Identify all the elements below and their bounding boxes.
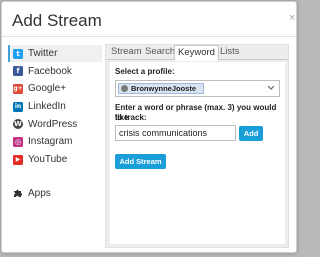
sidebar-item-youtube[interactable]: ▶ YouTube	[8, 151, 102, 168]
sidebar-item-facebook[interactable]: f Facebook	[8, 63, 102, 80]
chevron-down-icon	[267, 84, 275, 93]
facebook-icon: f	[13, 66, 23, 77]
tab-lists[interactable]: Lists	[217, 45, 243, 60]
sidebar-item-linkedin[interactable]: in LinkedIn	[8, 98, 102, 115]
sidebar-item-google-plus[interactable]: g+ Google+	[8, 80, 102, 97]
tab-stream[interactable]: Stream	[108, 45, 145, 60]
stream-config-panel: Stream Search Keyword Lists Select a pro…	[105, 44, 289, 248]
profile-select[interactable]: BronwynneJooste	[115, 80, 280, 97]
instagram-icon: ◎	[13, 136, 23, 147]
sidebar-item-instagram[interactable]: ◎ Instagram	[8, 133, 102, 150]
add-keyword-button[interactable]: Add	[239, 126, 263, 141]
profile-label: Select a profile:	[115, 67, 175, 76]
sidebar-item-twitter[interactable]: t Twitter	[8, 45, 102, 62]
keyword-input[interactable]: crisis communications	[115, 125, 236, 141]
linkedin-icon: in	[13, 101, 23, 112]
puzzle-icon	[13, 188, 23, 198]
youtube-icon: ▶	[13, 154, 23, 165]
title-divider	[2, 36, 296, 37]
close-icon[interactable]: ×	[289, 13, 295, 24]
keyword-label-line2: to track:	[115, 113, 147, 122]
sidebar-item-label: WordPress	[28, 118, 78, 130]
sidebar-item-label: Twitter	[28, 48, 58, 59]
tab-search[interactable]: Search	[142, 45, 178, 60]
sidebar-item-label: Apps	[28, 187, 51, 199]
sidebar-item-label: YouTube	[28, 154, 68, 166]
google-plus-icon: g+	[13, 83, 23, 94]
tab-keyword[interactable]: Keyword	[174, 45, 219, 61]
dialog-title: Add Stream	[12, 11, 102, 30]
sidebar-item-label: Google+	[28, 83, 67, 95]
keyword-form: Select a profile: BronwynneJooste Enter …	[110, 62, 285, 244]
sidebar-item-label: Facebook	[28, 65, 72, 77]
sidebar-item-apps[interactable]: Apps	[8, 185, 102, 202]
network-sidebar: t Twitter f Facebook g+ Google+ in Linke…	[8, 45, 102, 203]
tab-bar: Stream Search Keyword Lists	[106, 45, 288, 61]
add-stream-dialog: Add Stream × t Twitter f Facebook g+ Goo…	[1, 1, 297, 253]
twitter-icon: t	[13, 48, 23, 59]
avatar	[121, 85, 128, 92]
sidebar-item-label: Instagram	[28, 136, 73, 148]
profile-name: BronwynneJooste	[131, 84, 197, 93]
profile-chip: BronwynneJooste	[118, 83, 204, 94]
sidebar-item-wordpress[interactable]: W WordPress	[8, 116, 102, 133]
sidebar-item-label: LinkedIn	[28, 101, 66, 113]
wordpress-icon: W	[13, 119, 23, 130]
add-stream-button[interactable]: Add Stream	[115, 154, 166, 169]
